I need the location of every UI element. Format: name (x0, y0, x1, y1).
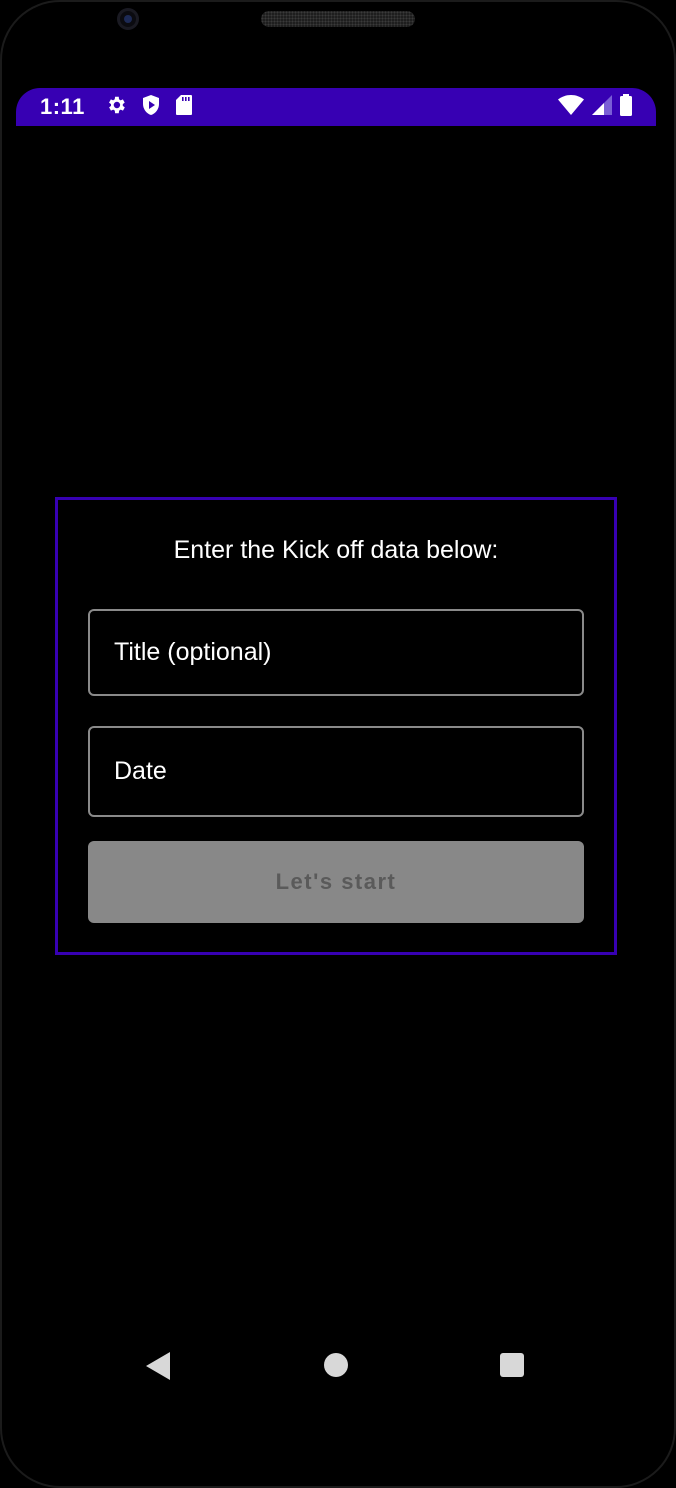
cell-signal-icon (592, 94, 612, 120)
earpiece-speaker (261, 11, 415, 27)
front-camera (117, 8, 139, 30)
status-bar: 1:11 (16, 88, 656, 126)
status-notification-icons (105, 94, 193, 121)
kickoff-form-card: Enter the Kick off data below: Title (op… (55, 497, 617, 955)
battery-icon (620, 93, 632, 121)
back-icon[interactable] (146, 1352, 170, 1385)
wifi-icon (558, 94, 584, 120)
recents-icon[interactable] (500, 1353, 524, 1377)
form-heading: Enter the Kick off data below: (173, 536, 499, 564)
status-time: 1:11 (40, 94, 85, 119)
title-input[interactable]: Title (optional) (88, 609, 584, 696)
date-input-placeholder: Date (114, 757, 167, 785)
play-protect-icon (141, 94, 161, 121)
sd-card-icon (175, 94, 193, 121)
settings-icon (105, 94, 127, 121)
home-icon[interactable] (324, 1353, 348, 1377)
title-input-placeholder: Title (optional) (114, 638, 272, 666)
lets-start-button[interactable]: Let's start (88, 841, 584, 923)
status-system-icons (558, 93, 632, 121)
date-input[interactable]: Date (88, 726, 584, 817)
navigation-bar (0, 1330, 676, 1400)
lets-start-button-label: Let's start (275, 869, 397, 894)
